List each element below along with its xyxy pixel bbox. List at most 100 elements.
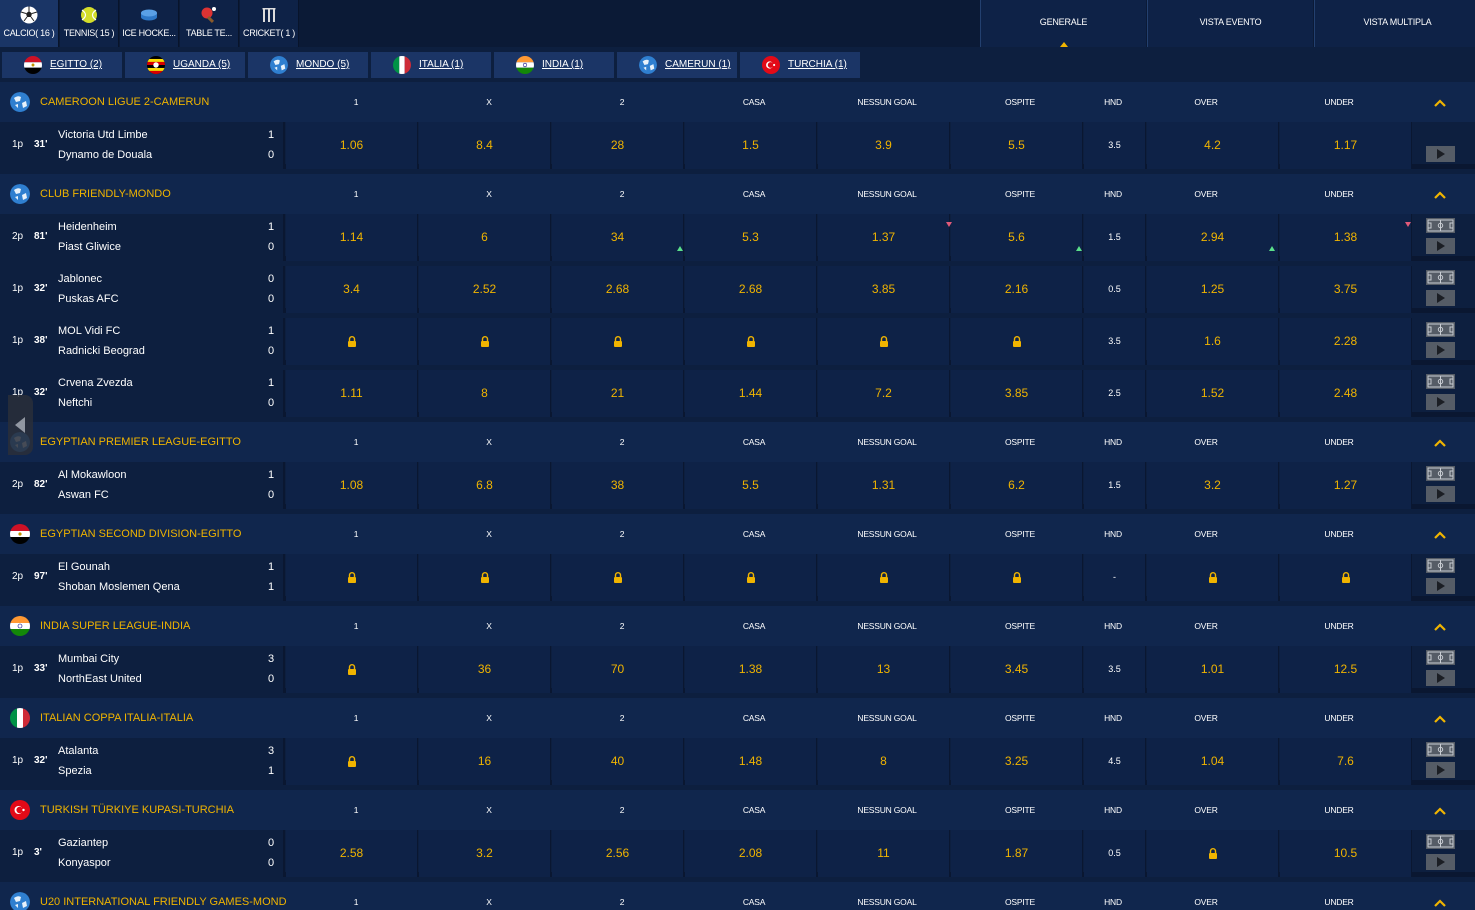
country-tab-turkey[interactable]: TURCHIA (1) [740,52,860,78]
odd-cell-under[interactable]: 1.27 [1280,462,1412,509]
odd-cell-casa[interactable]: 2.08 [685,830,817,877]
country-tab-italy[interactable]: ITALIA (1) [371,52,491,78]
collapse-sidebar-handle[interactable] [8,395,33,455]
sport-tab-3[interactable]: TABLE TE... [180,0,239,47]
odd-cell-casa[interactable]: 5.5 [685,462,817,509]
sport-tab-0[interactable]: CALCIO( 16 ) [0,0,59,47]
play-video-icon[interactable] [1426,486,1455,502]
odd-cell-over[interactable]: 1.6 [1147,318,1279,365]
odd-cell-nessun-goal[interactable]: 1.31 [818,462,950,509]
odd-cell-nessun-goal[interactable] [818,554,950,601]
odd-cell-x[interactable]: 3.2 [419,830,551,877]
odd-cell-over[interactable] [1147,830,1279,877]
match-info[interactable]: 2p 97' El Gounah Shoban Moslemen Qena 1 1 [0,554,285,601]
odd-cell-2[interactable]: 2.68 [552,266,684,313]
odd-cell-under[interactable]: 12.5 [1280,646,1412,693]
match-info[interactable]: 1p 32' Jablonec Puskas AFC 0 0 [0,266,285,313]
odd-cell-1[interactable]: 1.06 [286,122,418,169]
odd-cell-casa[interactable]: 5.3 [685,214,817,261]
odd-cell-hnd[interactable]: 1.5 [1084,214,1146,261]
odd-cell-hnd[interactable]: 4.5 [1084,738,1146,785]
field-stats-icon[interactable] [1426,834,1455,849]
chevron-up-icon[interactable] [1432,188,1448,200]
odd-cell-under[interactable]: 10.5 [1280,830,1412,877]
match-info[interactable]: 2p 82' Al Mokawloon Aswan FC 1 0 [0,462,285,509]
chevron-up-icon[interactable] [1432,620,1448,632]
country-tab-egypt[interactable]: EGITTO (2) [2,52,122,78]
play-video-icon[interactable] [1426,394,1455,410]
odd-cell-x[interactable]: 8.4 [419,122,551,169]
view-tab-0[interactable]: GENERALE [980,0,1146,47]
play-video-icon[interactable] [1426,762,1455,778]
odd-cell-over[interactable]: 1.25 [1147,266,1279,313]
match-info[interactable]: 2p 81' Heidenheim Piast Gliwice 1 0 [0,214,285,261]
odd-cell-nessun-goal[interactable]: 1.37 [818,214,950,261]
field-stats-icon[interactable] [1426,322,1455,337]
odd-cell-1[interactable] [286,738,418,785]
odd-cell-under[interactable]: 1.38 [1280,214,1412,261]
odd-cell-ospite[interactable] [951,554,1083,601]
field-stats-icon[interactable] [1426,270,1455,285]
play-video-icon[interactable] [1426,578,1455,594]
odd-cell-hnd[interactable]: 1.5 [1084,462,1146,509]
odd-cell-hnd[interactable]: 0.5 [1084,266,1146,313]
odd-cell-nessun-goal[interactable]: 3.9 [818,122,950,169]
field-stats-icon[interactable] [1426,466,1455,481]
odd-cell-x[interactable] [419,318,551,365]
odd-cell-nessun-goal[interactable]: 8 [818,738,950,785]
odd-cell-casa[interactable]: 1.5 [685,122,817,169]
odd-cell-ospite[interactable]: 3.25 [951,738,1083,785]
odd-cell-nessun-goal[interactable]: 13 [818,646,950,693]
odd-cell-casa[interactable]: 1.44 [685,370,817,417]
odd-cell-2[interactable]: 21 [552,370,684,417]
odd-cell-hnd[interactable]: 3.5 [1084,646,1146,693]
chevron-up-icon[interactable] [1432,896,1448,908]
odd-cell-under[interactable]: 1.17 [1280,122,1412,169]
odd-cell-1[interactable] [286,646,418,693]
field-stats-icon[interactable] [1426,558,1455,573]
match-info[interactable]: 1p 32' Atalanta Spezia 3 1 [0,738,285,785]
odd-cell-over[interactable] [1147,554,1279,601]
odd-cell-over[interactable]: 1.01 [1147,646,1279,693]
field-stats-icon[interactable] [1426,650,1455,665]
odd-cell-2[interactable]: 28 [552,122,684,169]
odd-cell-2[interactable]: 34 [552,214,684,261]
odd-cell-x[interactable]: 8 [419,370,551,417]
play-video-icon[interactable] [1426,670,1455,686]
odd-cell-under[interactable]: 2.28 [1280,318,1412,365]
chevron-up-icon[interactable] [1432,528,1448,540]
sport-tab-1[interactable]: TENNIS( 15 ) [60,0,119,47]
odd-cell-x[interactable] [419,554,551,601]
odd-cell-hnd[interactable]: 2.5 [1084,370,1146,417]
chevron-up-icon[interactable] [1432,712,1448,724]
odd-cell-x[interactable]: 6.8 [419,462,551,509]
match-info[interactable]: 1p 3' Gaziantep Konyaspor 0 0 [0,830,285,877]
odd-cell-2[interactable] [552,318,684,365]
match-info[interactable]: 1p 32' Crvena Zvezda Neftchi 1 0 [0,370,285,417]
odd-cell-x[interactable]: 2.52 [419,266,551,313]
odd-cell-ospite[interactable]: 5.5 [951,122,1083,169]
odd-cell-x[interactable]: 36 [419,646,551,693]
chevron-up-icon[interactable] [1432,804,1448,816]
odd-cell-over[interactable]: 4.2 [1147,122,1279,169]
sport-tab-2[interactable]: ICE HOCKE... [120,0,179,47]
odd-cell-ospite[interactable]: 5.6 [951,214,1083,261]
odd-cell-2[interactable]: 38 [552,462,684,509]
odd-cell-over[interactable]: 3.2 [1147,462,1279,509]
odd-cell-ospite[interactable]: 3.85 [951,370,1083,417]
play-video-icon[interactable] [1426,290,1455,306]
odd-cell-2[interactable]: 2.56 [552,830,684,877]
field-stats-icon[interactable] [1426,742,1455,757]
country-tab-india[interactable]: INDIA (1) [494,52,614,78]
odd-cell-casa[interactable] [685,318,817,365]
odd-cell-ospite[interactable] [951,318,1083,365]
play-video-icon[interactable] [1426,238,1455,254]
odd-cell-1[interactable]: 3.4 [286,266,418,313]
odd-cell-nessun-goal[interactable]: 7.2 [818,370,950,417]
country-tab-world[interactable]: CAMERUN (1) [617,52,737,78]
odd-cell-2[interactable]: 40 [552,738,684,785]
odd-cell-ospite[interactable]: 3.45 [951,646,1083,693]
odd-cell-casa[interactable]: 1.38 [685,646,817,693]
view-tab-1[interactable]: VISTA EVENTO [1147,0,1313,47]
field-stats-icon[interactable] [1426,374,1455,389]
